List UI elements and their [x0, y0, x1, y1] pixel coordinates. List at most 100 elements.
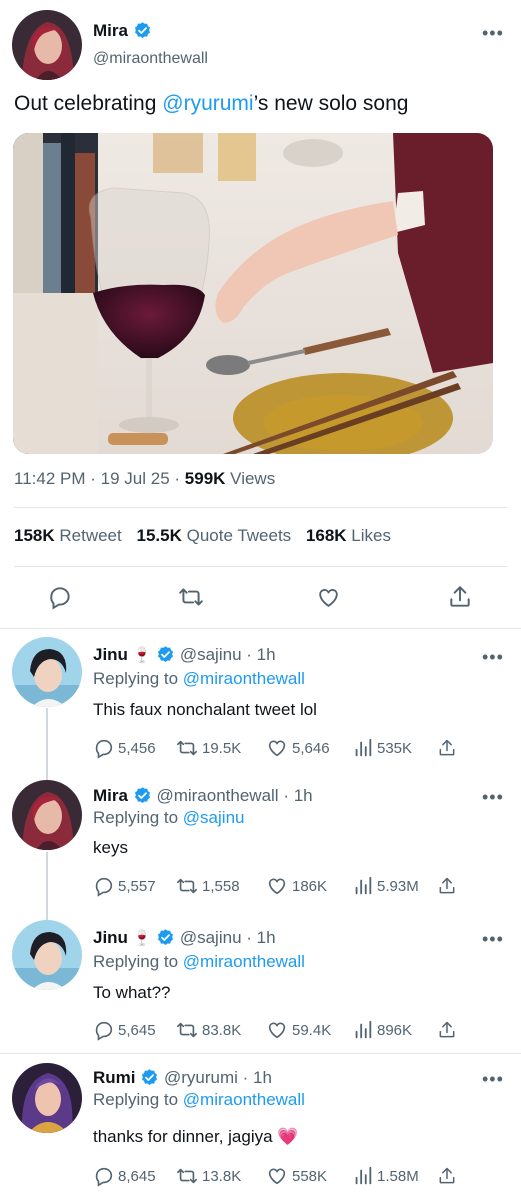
- replying-to-link[interactable]: @sajinu: [183, 808, 245, 827]
- retweets-stat[interactable]: 158K Retweet: [14, 526, 126, 545]
- reply-count: 8,645: [118, 1167, 156, 1185]
- reply-button[interactable]: 5,456: [93, 737, 156, 759]
- quotes-label: Quote Tweets: [186, 526, 292, 545]
- more-icon[interactable]: •••: [482, 648, 504, 666]
- quotes-stat[interactable]: 15.5K Quote Tweets: [136, 526, 295, 545]
- like-count: 59.4K: [292, 1021, 332, 1039]
- like-icon: [268, 878, 286, 895]
- mention-link[interactable]: @ryurumi: [162, 92, 253, 115]
- tweet-meta: 11:42 PM · 19 Jul 25 · 599K Views: [14, 469, 275, 489]
- retweet-button[interactable]: [177, 584, 205, 615]
- retweet-button[interactable]: 1,558: [175, 875, 240, 897]
- quotes-count: 15.5K: [136, 526, 182, 545]
- views-button[interactable]: 5.93M: [352, 875, 419, 897]
- views-button[interactable]: 535K: [352, 737, 412, 759]
- tweet-text-start: Out celebrating: [14, 92, 163, 115]
- like-icon: [268, 1168, 286, 1185]
- views-count: 1.58M: [377, 1167, 419, 1185]
- retweet-button[interactable]: 19.5K: [175, 737, 241, 759]
- like-button[interactable]: 558K: [265, 1165, 327, 1187]
- reply-author-name[interactable]: Mira: [93, 786, 128, 805]
- reply-count: 5,456: [118, 739, 156, 757]
- retweet-button[interactable]: 13.8K: [175, 1165, 241, 1187]
- like-button[interactable]: 5,646: [265, 737, 330, 759]
- more-icon[interactable]: •••: [482, 24, 504, 42]
- reply-button[interactable]: 5,557: [93, 875, 156, 897]
- like-button[interactable]: 59.4K: [265, 1019, 331, 1041]
- reply-header: Mira @miraonthewall · 1h: [93, 786, 313, 806]
- more-icon[interactable]: •••: [482, 1070, 504, 1088]
- likes-stat[interactable]: 168K Likes: [306, 526, 391, 545]
- author-handle[interactable]: @miraonthewall: [93, 50, 208, 68]
- divider: [14, 507, 507, 508]
- reply-button[interactable]: 8,645: [93, 1165, 156, 1187]
- reply-icon: [95, 877, 113, 897]
- views-icon: [355, 876, 372, 895]
- reply-avatar[interactable]: [12, 637, 82, 707]
- reply-time[interactable]: 1h: [257, 928, 276, 947]
- verified-badge-icon: [134, 786, 150, 803]
- reply-time[interactable]: 1h: [294, 786, 313, 805]
- reply-time[interactable]: 1h: [253, 1068, 272, 1087]
- tweet-date[interactable]: 19 Jul 25: [101, 469, 170, 488]
- share-button[interactable]: [437, 875, 460, 897]
- retweet-count: 1,558: [202, 877, 240, 895]
- reply-author-handle[interactable]: @miraonthewall: [156, 786, 278, 805]
- replying-label: Replying to: [93, 952, 179, 971]
- reply-avatar[interactable]: [12, 920, 82, 990]
- reply-icon: [50, 587, 70, 610]
- reply-avatar[interactable]: [12, 780, 82, 850]
- retweet-count: 19.5K: [202, 739, 242, 757]
- replying-to-link[interactable]: @miraonthewall: [183, 669, 305, 688]
- reply-header: Rumi @ryurumi · 1h: [93, 1068, 272, 1088]
- reply-button[interactable]: 5,645: [93, 1019, 156, 1041]
- views-count: 599K: [184, 469, 226, 488]
- author-name-text[interactable]: Mira: [93, 21, 128, 40]
- retweets-count: 158K: [14, 526, 55, 545]
- reply-author-name[interactable]: Jinu: [93, 645, 128, 664]
- views-count: 535K: [377, 739, 413, 757]
- retweets-label: Retweet: [59, 526, 122, 545]
- reply-button[interactable]: [47, 584, 73, 615]
- author-name[interactable]: Mira: [93, 21, 152, 41]
- reply-author-emoji: 🍷: [132, 930, 152, 947]
- author-avatar[interactable]: [12, 10, 82, 80]
- reply-author-handle[interactable]: @sajinu: [180, 645, 242, 664]
- replying-to-link[interactable]: @miraonthewall: [183, 1090, 305, 1109]
- retweet-button[interactable]: 83.8K: [175, 1019, 241, 1041]
- divider: [14, 566, 507, 567]
- reply-count: 5,557: [118, 877, 156, 895]
- like-count: 558K: [292, 1167, 328, 1185]
- tweet-text: Out celebrating @ryurumi’s new solo song: [14, 92, 408, 116]
- replying-to-link[interactable]: @miraonthewall: [183, 952, 305, 971]
- replying-label: Replying to: [93, 808, 179, 827]
- replying-to: Replying to @miraonthewall: [93, 1090, 305, 1110]
- tweet-photo[interactable]: [13, 133, 493, 454]
- like-button[interactable]: 186K: [265, 875, 327, 897]
- verified-badge-icon: [142, 1068, 158, 1085]
- share-button[interactable]: [437, 1165, 460, 1187]
- tweet-stats: 158K Retweet 15.5K Quote Tweets 168K Lik…: [14, 526, 391, 546]
- verified-badge-icon: [134, 21, 150, 38]
- reply-author-handle[interactable]: @sajinu: [180, 928, 242, 947]
- reply-actions: 5,557 1,558 186K 5.93M: [93, 875, 513, 897]
- tweet-time[interactable]: 11:42 PM: [14, 469, 86, 488]
- more-icon[interactable]: •••: [482, 788, 504, 806]
- views-label: Views: [230, 469, 276, 488]
- share-button[interactable]: [437, 737, 460, 759]
- views-button[interactable]: 896K: [352, 1019, 412, 1041]
- reply-text: thanks for dinner, jagiya 💗: [93, 1127, 299, 1146]
- share-button[interactable]: [437, 1019, 460, 1041]
- share-button[interactable]: [447, 584, 473, 615]
- replying-to: Replying to @sajinu: [93, 808, 244, 828]
- views-icon: [355, 1166, 372, 1185]
- likes-count: 168K: [305, 526, 347, 545]
- reply-time[interactable]: 1h: [257, 645, 276, 664]
- reply-author-name[interactable]: Jinu: [93, 928, 128, 947]
- more-icon[interactable]: •••: [482, 930, 504, 948]
- views-button[interactable]: 1.58M: [352, 1165, 419, 1187]
- reply-avatar[interactable]: [12, 1063, 82, 1133]
- like-button[interactable]: [315, 585, 342, 615]
- reply-author-name[interactable]: Rumi: [93, 1068, 136, 1087]
- reply-author-handle[interactable]: @ryurumi: [164, 1068, 238, 1087]
